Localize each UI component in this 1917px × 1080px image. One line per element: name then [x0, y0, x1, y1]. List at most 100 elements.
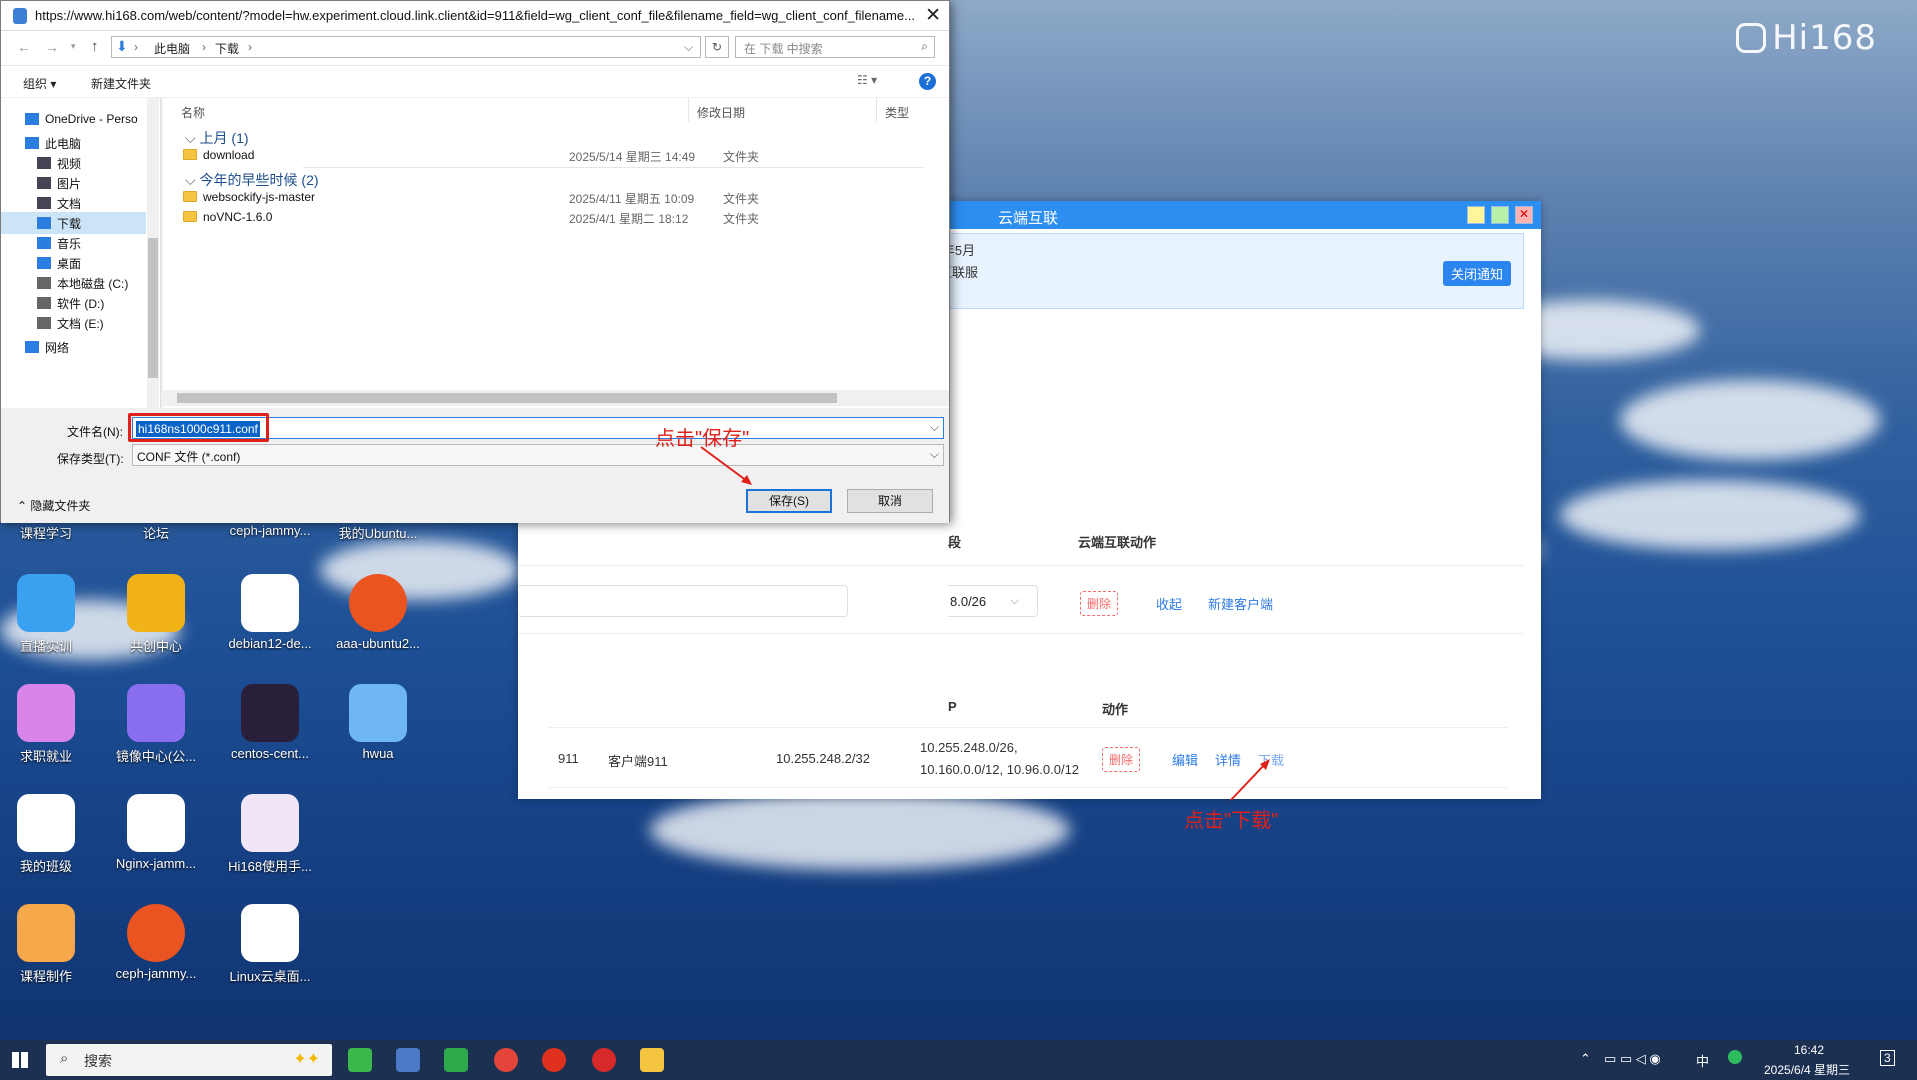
- app-icon[interactable]: [396, 1048, 420, 1072]
- desktop-icon-label[interactable]: ceph-jammy...: [220, 523, 320, 538]
- close-button[interactable]: ✕: [1515, 206, 1533, 224]
- desktop-icon[interactable]: 共创中心: [106, 574, 206, 655]
- nav-item[interactable]: 本地磁盘 (C:): [1, 272, 146, 294]
- client-ip: 10.255.248.2/32: [776, 751, 870, 766]
- client-name: 客户端911: [608, 754, 668, 769]
- chevron-down-icon[interactable]: ⌵: [684, 40, 693, 55]
- column-type-header[interactable]: 类型: [885, 104, 909, 121]
- ime-indicator[interactable]: 中: [1696, 1051, 1709, 1070]
- file-row[interactable]: websockify-js-master 2025/4/11 星期五 10:09 文…: [183, 190, 923, 210]
- chevron-down-icon: ⌵: [929, 447, 939, 461]
- desktop-icon[interactable]: ceph-jammy...: [106, 904, 206, 981]
- tray-icons[interactable]: ▭ ▭ ◁ ◉: [1604, 1051, 1661, 1067]
- tray-app-icon[interactable]: [1728, 1050, 1742, 1064]
- download-folder-icon: ⬇: [116, 38, 128, 54]
- desktop-icon-label[interactable]: 论坛: [106, 523, 206, 542]
- forward-icon[interactable]: →: [45, 39, 59, 55]
- nav-item[interactable]: 视频: [1, 152, 146, 174]
- desktop-icon[interactable]: Hi168使用手...: [220, 794, 320, 875]
- save-button[interactable]: 保存(S): [746, 489, 832, 513]
- cancel-button[interactable]: 取消: [847, 489, 933, 513]
- nav-item[interactable]: 网络: [1, 336, 146, 358]
- desktop-icon[interactable]: aaa-ubuntu2...: [328, 574, 428, 651]
- desktop-icon[interactable]: Linux云桌面...: [220, 904, 320, 985]
- tray-chevron-icon[interactable]: ⌃: [1580, 1051, 1591, 1067]
- chevron-down-icon[interactable]: ⌵: [930, 420, 939, 435]
- collapse-link[interactable]: 收起: [1156, 594, 1182, 613]
- delete-client-button[interactable]: 删除: [1102, 747, 1141, 772]
- file-group-header[interactable]: ⌵ 今年的早些时候 (2): [185, 170, 319, 190]
- edit-link[interactable]: 编辑: [1172, 750, 1198, 769]
- allowed-ips: 10.255.248.0/26,: [920, 740, 1018, 755]
- desktop-icon-label: debian12-de...: [228, 636, 312, 651]
- close-icon[interactable]: ✕: [925, 4, 941, 27]
- filetype-select[interactable]: CONF 文件 (*.conf) ⌵: [132, 444, 944, 466]
- file-type: 文件夹: [723, 150, 760, 164]
- desktop-icon[interactable]: 我的班级: [0, 794, 96, 875]
- app-icon[interactable]: [542, 1048, 566, 1072]
- close-notice-button[interactable]: 关闭通知: [1442, 261, 1511, 286]
- nav-scrollbar[interactable]: [147, 98, 159, 408]
- nav-item-icon: [25, 113, 39, 125]
- help-icon[interactable]: ?: [919, 73, 936, 90]
- column-name-header[interactable]: 名称: [181, 104, 205, 121]
- breadcrumb-item[interactable]: 下载: [215, 40, 239, 57]
- desktop-icon[interactable]: 课程制作: [0, 904, 96, 985]
- app-icon[interactable]: [348, 1048, 372, 1072]
- history-chevron-icon[interactable]: ▾: [71, 41, 76, 52]
- column-date-header[interactable]: 修改日期: [697, 104, 745, 121]
- search-input[interactable]: 在 下载 中搜索 ⌕: [735, 36, 935, 58]
- desktop-icon[interactable]: hwua: [328, 684, 428, 761]
- new-client-link[interactable]: 新建客户端: [1208, 594, 1273, 613]
- chrome-icon[interactable]: [494, 1048, 518, 1072]
- clock-date[interactable]: 2025/6/4 星期三: [1764, 1061, 1850, 1078]
- desktop-icon-label[interactable]: 我的Ubuntu...: [328, 523, 428, 542]
- desktop-icon[interactable]: Nginx-jamm...: [106, 794, 206, 871]
- refresh-icon[interactable]: ↻: [705, 36, 729, 58]
- desktop-icon[interactable]: 镜像中心(公...: [106, 684, 206, 765]
- windows-start-icon[interactable]: [12, 1052, 28, 1068]
- desktop-icon[interactable]: 求职就业: [0, 684, 96, 765]
- allowed-ips: 10.160.0.0/12, 10.96.0.0/12: [920, 762, 1080, 777]
- maximize-button[interactable]: [1491, 206, 1509, 224]
- notification-badge[interactable]: 3: [1880, 1050, 1895, 1066]
- nav-item[interactable]: 下载: [1, 212, 146, 234]
- file-group-header[interactable]: ⌵ 上月 (1): [185, 128, 249, 148]
- nav-item[interactable]: 文档 (E:): [1, 312, 146, 334]
- segment-select[interactable]: 8.0/26 ⌵: [948, 585, 1038, 617]
- hi168-logo-icon: [1736, 23, 1767, 53]
- app-icon[interactable]: [444, 1048, 468, 1072]
- desktop-icon-label[interactable]: 课程学习: [0, 523, 96, 542]
- nav-item[interactable]: 软件 (D:): [1, 292, 146, 314]
- nav-item[interactable]: 图片: [1, 172, 146, 194]
- nav-item[interactable]: OneDrive - Perso: [1, 108, 146, 130]
- desktop-icon[interactable]: debian12-de...: [220, 574, 320, 651]
- up-icon[interactable]: ↑: [91, 38, 99, 55]
- address-box[interactable]: ⬇ › 此电脑 › 下载 › ⌵: [111, 36, 701, 58]
- file-row[interactable]: noVNC-1.6.0 2025/4/1 星期二 18:12 文件夹: [183, 210, 923, 230]
- nav-item[interactable]: 此电脑: [1, 132, 146, 154]
- sparkle-icon: ✦✦: [293, 1051, 320, 1068]
- organize-menu[interactable]: 组织 ▾: [23, 75, 56, 92]
- clock-time[interactable]: 16:42: [1794, 1043, 1824, 1057]
- back-icon[interactable]: ←: [17, 39, 31, 55]
- taskbar-search[interactable]: ⌕ 搜索 ✦✦: [46, 1044, 332, 1076]
- file-list: 名称 修改日期 类型 ⌵ 上月 (1) download 2025/5/14 星期三…: [163, 98, 949, 408]
- minimize-button[interactable]: [1467, 206, 1485, 224]
- nav-item-icon: [37, 317, 51, 329]
- breadcrumb-item[interactable]: 此电脑: [154, 40, 190, 57]
- view-options-icon[interactable]: ☷ ▾: [857, 73, 877, 87]
- nav-item[interactable]: 文档: [1, 192, 146, 214]
- hide-folders-toggle[interactable]: ⌃ 隐藏文件夹: [17, 497, 90, 514]
- delete-button[interactable]: 删除: [1080, 591, 1119, 616]
- desktop-icon[interactable]: centos-cent...: [220, 684, 320, 761]
- file-row[interactable]: download 2025/5/14 星期三 14:49 文件夹: [183, 148, 923, 168]
- nav-item[interactable]: 音乐: [1, 232, 146, 254]
- nav-item[interactable]: 桌面: [1, 252, 146, 274]
- file-explorer-icon[interactable]: [640, 1048, 664, 1072]
- horizontal-scrollbar[interactable]: [163, 390, 949, 406]
- segment-select[interactable]: [518, 585, 848, 617]
- desktop-icon[interactable]: 直播实训: [0, 574, 96, 655]
- new-folder-button[interactable]: 新建文件夹: [91, 75, 151, 92]
- app-icon[interactable]: [592, 1048, 616, 1072]
